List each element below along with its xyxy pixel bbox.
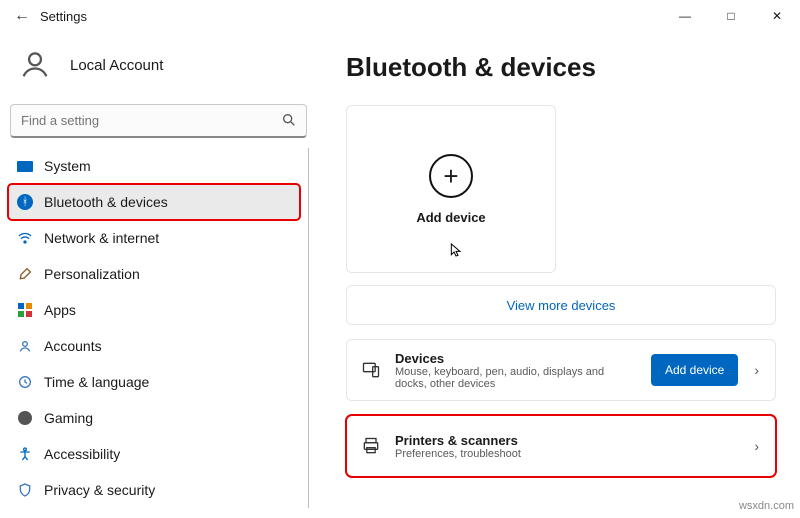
view-more-label: View more devices — [507, 298, 616, 313]
row-title: Devices — [395, 351, 639, 366]
search-input[interactable] — [10, 104, 307, 138]
chevron-right-icon: › — [750, 438, 763, 454]
add-device-label: Add device — [416, 210, 485, 225]
printer-icon — [359, 436, 383, 456]
accounts-icon — [16, 337, 34, 355]
sidebar-item-bluetooth-devices[interactable]: ᚼ Bluetooth & devices — [8, 184, 300, 220]
sidebar-item-network[interactable]: Network & internet — [8, 220, 300, 256]
sidebar-item-label: Apps — [44, 302, 76, 318]
sidebar-item-time-language[interactable]: Time & language — [8, 364, 300, 400]
search-box[interactable] — [10, 104, 307, 138]
sidebar-item-label: Time & language — [44, 374, 149, 390]
maximize-button[interactable]: □ — [708, 0, 754, 32]
sidebar-item-accessibility[interactable]: Accessibility — [8, 436, 300, 472]
sidebar-item-system[interactable]: System — [8, 148, 300, 184]
accessibility-icon — [16, 445, 34, 463]
apps-icon — [16, 301, 34, 319]
clock-icon — [16, 373, 34, 391]
account-name: Local Account — [70, 57, 163, 74]
chevron-right-icon: › — [750, 362, 763, 378]
settings-row-printers-scanners[interactable]: Printers & scanners Preferences, trouble… — [346, 415, 776, 477]
sidebar-item-accounts[interactable]: Accounts — [8, 328, 300, 364]
sidebar-item-label: Personalization — [44, 266, 140, 282]
settings-row-devices[interactable]: Devices Mouse, keyboard, pen, audio, dis… — [346, 339, 776, 401]
sidebar-item-label: System — [44, 158, 91, 174]
window-title: Settings — [40, 9, 87, 24]
bluetooth-icon: ᚼ — [16, 193, 34, 211]
row-title: Printers & scanners — [395, 433, 738, 448]
minimize-button[interactable]: — — [662, 0, 708, 32]
page-title: Bluetooth & devices — [346, 52, 776, 83]
brush-icon — [16, 265, 34, 283]
back-button[interactable]: ← — [10, 7, 34, 25]
avatar[interactable] — [14, 44, 56, 86]
add-device-card[interactable]: + Add device — [346, 105, 556, 273]
shield-icon — [16, 481, 34, 499]
wifi-icon — [16, 229, 34, 247]
plus-icon: + — [429, 154, 473, 198]
cursor-icon — [448, 242, 464, 263]
search-icon — [281, 112, 297, 131]
sidebar-item-label: Network & internet — [44, 230, 159, 246]
add-device-button[interactable]: Add device — [651, 354, 738, 386]
sidebar-item-personalization[interactable]: Personalization — [8, 256, 300, 292]
system-icon — [16, 157, 34, 175]
devices-icon — [359, 360, 383, 380]
sidebar-item-label: Bluetooth & devices — [44, 194, 168, 210]
sidebar-item-label: Privacy & security — [44, 482, 155, 498]
sidebar-item-label: Accounts — [44, 338, 102, 354]
sidebar-item-gaming[interactable]: Gaming — [8, 400, 300, 436]
sidebar-item-label: Accessibility — [44, 446, 120, 462]
gaming-icon — [16, 409, 34, 427]
sidebar-item-privacy-security[interactable]: Privacy & security — [8, 472, 300, 508]
view-more-devices-button[interactable]: View more devices — [346, 285, 776, 325]
watermark: wsxdn.com — [739, 500, 794, 512]
sidebar-item-apps[interactable]: Apps — [8, 292, 300, 328]
sidebar-item-label: Gaming — [44, 410, 93, 426]
row-subtitle: Mouse, keyboard, pen, audio, displays an… — [395, 366, 639, 390]
row-subtitle: Preferences, troubleshoot — [395, 448, 738, 460]
close-button[interactable]: ✕ — [754, 0, 800, 32]
